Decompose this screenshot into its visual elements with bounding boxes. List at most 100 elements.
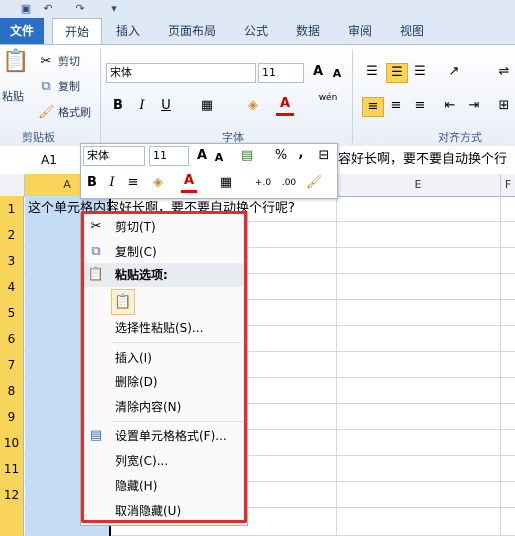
italic-button[interactable]: I [134, 97, 150, 115]
menu-item-cut[interactable]: ✂ 剪切(T) [81, 215, 247, 239]
tab-file[interactable]: 文件 [0, 18, 44, 44]
row-header[interactable]: 1 [0, 196, 24, 222]
column-header-f[interactable]: F [501, 174, 515, 196]
mini-bold-button[interactable]: B [85, 174, 99, 192]
tab-review[interactable]: 审阅 [340, 18, 380, 44]
wrap-text-icon[interactable]: ⇌ [494, 63, 514, 81]
mini-italic-button[interactable]: I [105, 174, 119, 192]
row-header[interactable]: 2 [0, 222, 24, 248]
align-left-icon[interactable]: ≡ [362, 97, 384, 117]
tab-formulas[interactable]: 公式 [236, 18, 276, 44]
undo-icon[interactable]: ↶ [40, 1, 56, 16]
orientation-icon[interactable]: ↗ [444, 63, 464, 81]
grid-row: 7 [0, 352, 515, 378]
font-color-icon[interactable]: A [276, 95, 294, 116]
row-header[interactable]: 3 [0, 248, 24, 274]
mini-align-center-icon[interactable]: ≡ [125, 174, 141, 192]
mini-borders-icon[interactable]: ▦ [217, 174, 235, 192]
align-right-icon[interactable]: ≡ [410, 97, 430, 115]
format-painter-button[interactable]: 格式刷 [58, 105, 91, 121]
menu-item-delete[interactable]: 删除(D) [81, 370, 247, 394]
menu-separator [111, 421, 243, 422]
tab-home[interactable]: 开始 [52, 18, 102, 46]
align-top-icon[interactable]: ☰ [362, 63, 382, 81]
grow-font-button[interactable]: A [310, 63, 326, 81]
paste-icon: 📋 [87, 267, 105, 282]
row-header[interactable]: 7 [0, 352, 24, 378]
cut-button[interactable]: 剪切 [58, 54, 80, 70]
menu-item-column-width[interactable]: 列宽(C)... [81, 449, 247, 473]
grid-row: 8 [0, 378, 515, 404]
row-header[interactable]: 5 [0, 300, 24, 326]
menu-item-paste-special[interactable]: 选择性粘贴(S)... [81, 316, 247, 340]
phonetic-button[interactable]: wén [318, 93, 338, 103]
redo-icon[interactable]: ↷ [72, 1, 88, 16]
paste-option-icon[interactable]: 📋 [111, 289, 135, 315]
shrink-font-button[interactable]: A [330, 65, 344, 83]
borders-icon[interactable]: ▦ [198, 97, 216, 115]
menu-item-label: 复制(C) [115, 245, 157, 259]
mini-percent-button[interactable]: % [273, 147, 289, 165]
formula-input[interactable]: 容好长啊，要不要自动换个行 [338, 151, 515, 169]
row-header[interactable]: 10 [0, 430, 24, 456]
font-size-select[interactable]: 11 [258, 63, 304, 83]
select-all-corner[interactable] [0, 174, 25, 196]
format-painter-icon[interactable]: 🖌 [38, 104, 55, 122]
mini-fill-color-icon[interactable]: ◈ [149, 174, 167, 192]
row-header[interactable]: 12 [0, 482, 24, 508]
merge-center-icon[interactable]: ⊞ [494, 97, 514, 115]
align-middle-icon[interactable]: ☰ [386, 63, 408, 83]
mini-merge-icon[interactable]: ⊟ [315, 147, 333, 165]
tab-data[interactable]: 数据 [288, 18, 328, 44]
row-header[interactable]: 8 [0, 378, 24, 404]
font-name-select[interactable]: 宋体 [106, 63, 256, 83]
tab-page-layout[interactable]: 页面布局 [160, 18, 224, 44]
menu-item-clear-contents[interactable]: 清除内容(N) [81, 395, 247, 419]
mini-grow-font-button[interactable]: A [195, 147, 209, 165]
grid-row: 9 [0, 404, 515, 430]
mini-increase-decimal-button[interactable]: +.0 [251, 174, 275, 192]
menu-item-copy[interactable]: ⧉ 复制(C) [81, 240, 247, 264]
save-icon[interactable]: ▣ [18, 1, 34, 16]
mini-format-painter-icon[interactable]: 🖌 [305, 174, 323, 192]
mini-shrink-font-button[interactable]: A [213, 149, 225, 167]
grid-row: 6 [0, 326, 515, 352]
increase-indent-icon[interactable]: ⇥ [464, 97, 484, 115]
row-header[interactable] [0, 508, 24, 536]
tab-insert[interactable]: 插入 [108, 18, 148, 44]
paste-icon[interactable]: 📋 [2, 51, 29, 83]
paste-button[interactable]: 粘贴 [2, 89, 24, 105]
mini-decrease-decimal-button[interactable]: .00 [277, 174, 301, 192]
row-header[interactable]: 6 [0, 326, 24, 352]
underline-button[interactable]: U [158, 97, 174, 115]
row-header[interactable]: 11 [0, 456, 24, 482]
align-center-icon[interactable]: ≡ [386, 97, 406, 115]
column-divider [500, 196, 501, 536]
menu-item-hide[interactable]: 隐藏(H) [81, 474, 247, 498]
fill-color-icon[interactable]: ◈ [244, 97, 262, 115]
paste-options-header: 📋 粘贴选项: [81, 263, 247, 287]
copy-icon[interactable]: ⧉ [38, 78, 54, 96]
column-header-e[interactable]: E [336, 174, 501, 196]
decrease-indent-icon[interactable]: ⇤ [440, 97, 460, 115]
mini-comma-button[interactable]: , [295, 145, 307, 163]
menu-item-insert[interactable]: 插入(I) [81, 346, 247, 370]
menu-item-unhide[interactable]: 取消隐藏(U) [81, 499, 247, 523]
cut-icon[interactable]: ✂ [38, 53, 54, 71]
menu-item-label: 插入(I) [115, 351, 152, 365]
column-divider [336, 196, 337, 536]
align-bottom-icon[interactable]: ☰ [410, 63, 430, 81]
mini-font-select[interactable]: 宋体 [83, 146, 145, 166]
row-header[interactable]: 4 [0, 274, 24, 300]
customize-qat-icon[interactable]: ▾ [106, 1, 122, 16]
copy-button[interactable]: 复制 [58, 79, 80, 95]
divider [100, 49, 101, 143]
mini-size-select[interactable]: 11 [149, 146, 189, 166]
mini-font-color-icon[interactable]: A [181, 172, 197, 193]
alignment-group-label: 对齐方式 [438, 131, 482, 144]
mini-number-format-icon[interactable]: ▤ [237, 147, 257, 165]
tab-view[interactable]: 视图 [392, 18, 432, 44]
bold-button[interactable]: B [110, 97, 126, 115]
menu-item-format-cells[interactable]: ▤ 设置单元格格式(F)... [81, 424, 247, 448]
row-header[interactable]: 9 [0, 404, 24, 430]
